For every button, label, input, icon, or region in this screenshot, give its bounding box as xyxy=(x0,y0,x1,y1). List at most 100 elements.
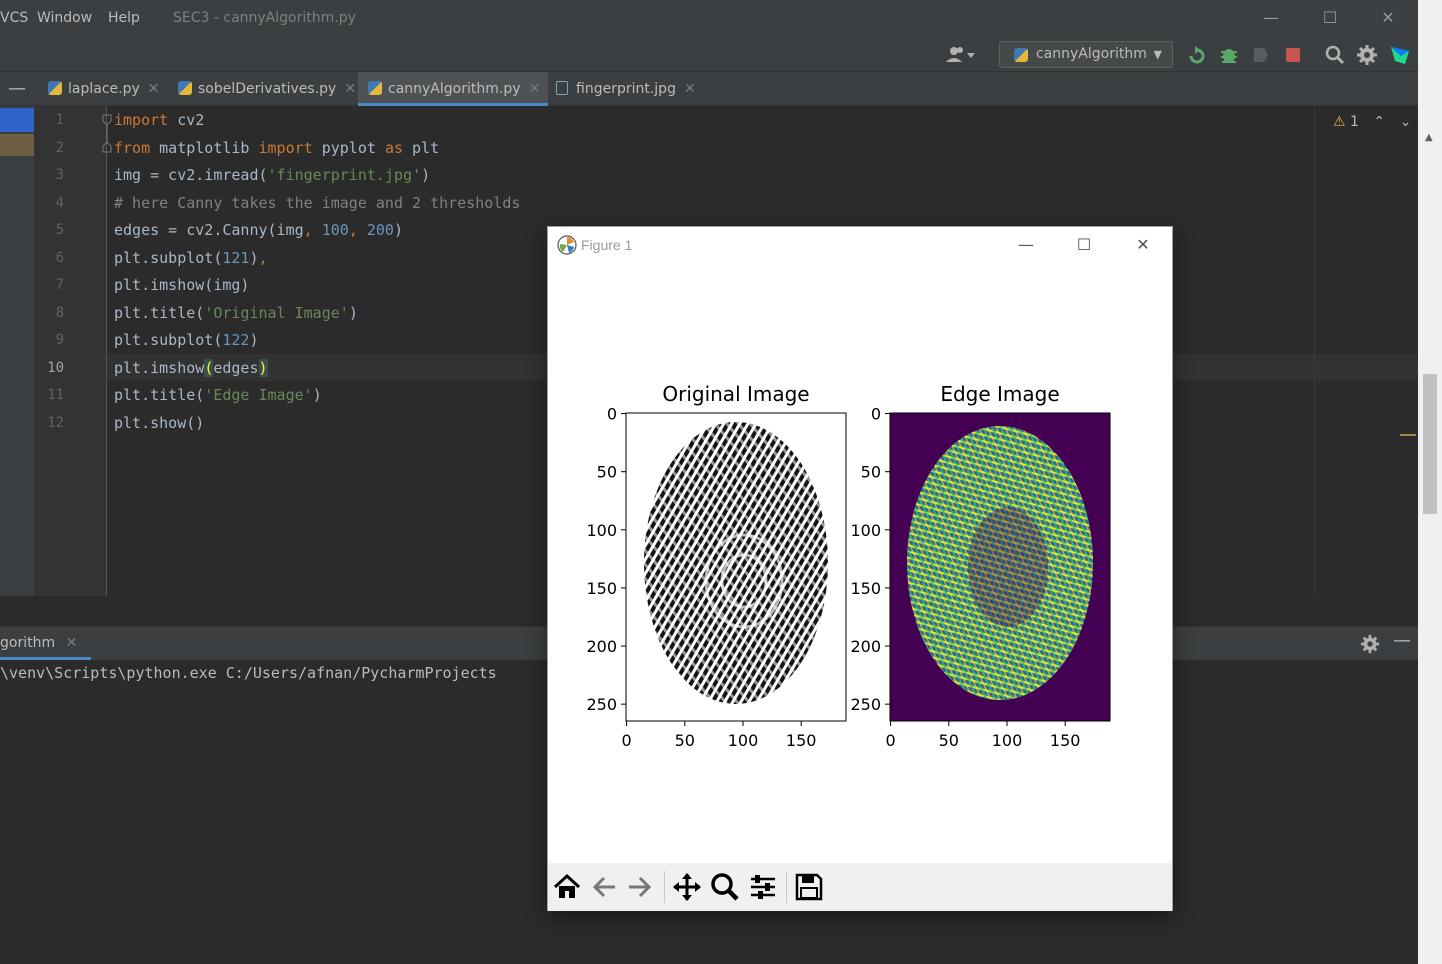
right-x-axis: 0 50 100 150 xyxy=(885,721,1080,750)
user-icon[interactable] xyxy=(945,44,977,66)
run-command-output: \venv\Scripts\python.exe C:/Users/afnan/… xyxy=(0,664,497,682)
scrollbar-thumb[interactable] xyxy=(1423,374,1437,514)
line-number: 7 xyxy=(55,277,64,293)
run-tab[interactable]: gorithm ✕ xyxy=(0,627,92,660)
structure-tool-button[interactable] xyxy=(0,134,34,156)
back-button[interactable] xyxy=(588,869,622,905)
debug-icon[interactable] xyxy=(1218,44,1240,66)
gear-icon[interactable] xyxy=(1356,44,1378,66)
toolbar-separator xyxy=(664,871,665,903)
forward-button[interactable] xyxy=(622,869,656,905)
scroll-up-arrow-icon[interactable]: ▲ xyxy=(1425,132,1433,143)
close-tab-icon[interactable]: ✕ xyxy=(344,81,356,97)
code-line-9[interactable]: plt.subplot(122) xyxy=(114,327,259,354)
y-tick-label: 0 xyxy=(607,405,617,424)
stop-icon[interactable] xyxy=(1282,44,1304,66)
close-icon[interactable]: ✕ xyxy=(1373,6,1403,30)
right-margin xyxy=(1314,106,1315,596)
code-line-6[interactable]: plt.subplot(121), xyxy=(114,245,268,272)
y-tick-label: 200 xyxy=(586,637,617,656)
tool-window-strip xyxy=(0,106,34,596)
maximize-icon[interactable]: ☐ xyxy=(1070,234,1098,256)
run-tab-label: gorithm xyxy=(0,635,56,651)
hide-panel-icon[interactable]: — xyxy=(1393,630,1411,651)
menu-help[interactable]: Help xyxy=(108,10,140,26)
line-number: 6 xyxy=(55,250,64,266)
tab-fingerprint[interactable]: fingerprint.jpg ✕ xyxy=(556,72,704,106)
close-tab-icon[interactable]: ✕ xyxy=(529,81,541,97)
fold-marker-icon[interactable] xyxy=(100,112,114,156)
run-config-dropdown[interactable]: cannyAlgorithm ▼ xyxy=(999,41,1173,68)
floppy-disk-icon xyxy=(795,873,823,901)
title-bar: VCS Window Help SEC3 - cannyAlgorithm.py… xyxy=(0,0,1418,37)
rerun-icon[interactable] xyxy=(1186,44,1208,66)
close-tab-icon[interactable]: ✕ xyxy=(684,81,696,97)
code-line-4[interactable]: # here Canny takes the image and 2 thres… xyxy=(114,190,520,217)
tab-laplace[interactable]: laplace.py ✕ xyxy=(48,72,168,106)
chevron-up-icon[interactable]: ⌃ xyxy=(1373,114,1385,130)
menu-vcs[interactable]: VCS xyxy=(0,10,28,26)
edge-image xyxy=(890,413,1110,721)
python-file-icon xyxy=(48,81,62,95)
python-file-icon xyxy=(368,81,382,95)
left-y-axis: 0 50 100 150 200 250 xyxy=(586,405,626,714)
close-tab-icon[interactable]: ✕ xyxy=(66,635,78,651)
left-plot-title: Original Image xyxy=(662,382,809,406)
main-toolbar: cannyAlgorithm ▼ xyxy=(0,37,1418,72)
figure-window[interactable]: Figure 1 — ☐ ✕ Original Image 0 50 100 1… xyxy=(547,226,1173,911)
y-tick-label: 50 xyxy=(597,463,617,482)
x-tick-label: 150 xyxy=(1050,731,1081,750)
pan-button[interactable] xyxy=(670,869,704,905)
code-line-3[interactable]: img = cv2.imread('fingerprint.jpg') xyxy=(114,162,430,189)
y-tick-label: 150 xyxy=(850,579,881,598)
left-x-axis: 0 50 100 150 xyxy=(621,721,816,750)
coverage-icon[interactable] xyxy=(1250,44,1272,66)
vertical-scrollbar[interactable]: ▲ xyxy=(1418,0,1442,964)
warning-count: 1 xyxy=(1350,114,1359,130)
line-number: 5 xyxy=(55,222,64,238)
chevron-down-icon[interactable]: ⌄ xyxy=(1400,114,1412,130)
close-icon[interactable]: ✕ xyxy=(1129,234,1157,256)
minimize-icon[interactable]: — xyxy=(1256,6,1286,30)
maximize-icon[interactable]: ☐ xyxy=(1315,6,1345,30)
y-tick-label: 150 xyxy=(586,579,617,598)
code-line-7[interactable]: plt.imshow(img) xyxy=(114,272,249,299)
code-line-11[interactable]: plt.title('Edge Image') xyxy=(114,382,322,409)
code-line-1[interactable]: import cv2 xyxy=(114,107,204,134)
home-button[interactable] xyxy=(550,869,584,905)
menu-window[interactable]: Window xyxy=(37,10,92,26)
x-tick-label: 0 xyxy=(885,731,895,750)
tab-label: cannyAlgorithm.py xyxy=(388,81,521,97)
search-icon[interactable] xyxy=(1324,44,1346,66)
line-number: 1 xyxy=(55,112,64,128)
tab-cannyalgorithm[interactable]: cannyAlgorithm.py ✕ xyxy=(358,72,549,106)
x-tick-label: 50 xyxy=(675,731,695,750)
code-line-8[interactable]: plt.title('Original Image') xyxy=(114,300,358,327)
code-line-12[interactable]: plt.show() xyxy=(114,410,204,437)
gear-icon[interactable] xyxy=(1360,634,1380,654)
code-line-2[interactable]: from matplotlib import pyplot as plt xyxy=(114,135,439,162)
figure-canvas[interactable]: Original Image 0 50 100 150 200 250 0 50 100 150… xyxy=(548,367,1172,757)
right-plot-title: Edge Image xyxy=(940,382,1059,406)
inspection-widget[interactable]: ⚠ 1 ⌃ ⌄ xyxy=(1333,114,1411,130)
project-tool-button[interactable] xyxy=(0,108,34,132)
chevron-down-icon: ▼ xyxy=(1153,48,1162,61)
close-tab-icon[interactable]: ✕ xyxy=(148,81,160,97)
x-tick-label: 0 xyxy=(621,731,631,750)
save-button[interactable] xyxy=(792,869,826,905)
y-tick-label: 250 xyxy=(850,695,881,714)
figure-title: Figure 1 xyxy=(581,237,633,253)
tab-label: fingerprint.jpg xyxy=(576,81,676,97)
collapse-icon[interactable]: — xyxy=(8,72,26,106)
zoom-button[interactable] xyxy=(708,869,742,905)
tab-sobelderivatives[interactable]: sobelDerivatives.py ✕ xyxy=(178,72,364,106)
warning-stripe[interactable] xyxy=(1400,434,1416,436)
jetbrains-toolbox-icon[interactable] xyxy=(1389,44,1411,66)
minimize-icon[interactable]: — xyxy=(1012,234,1040,256)
warning-icon: ⚠ xyxy=(1333,114,1346,130)
code-line-5[interactable]: edges = cv2.Canny(img, 100, 200) xyxy=(114,217,403,244)
code-line-10[interactable]: plt.imshow(edges) xyxy=(114,355,268,382)
line-number: 9 xyxy=(55,332,64,348)
home-icon xyxy=(553,873,581,898)
configure-subplots-button[interactable] xyxy=(746,869,780,905)
